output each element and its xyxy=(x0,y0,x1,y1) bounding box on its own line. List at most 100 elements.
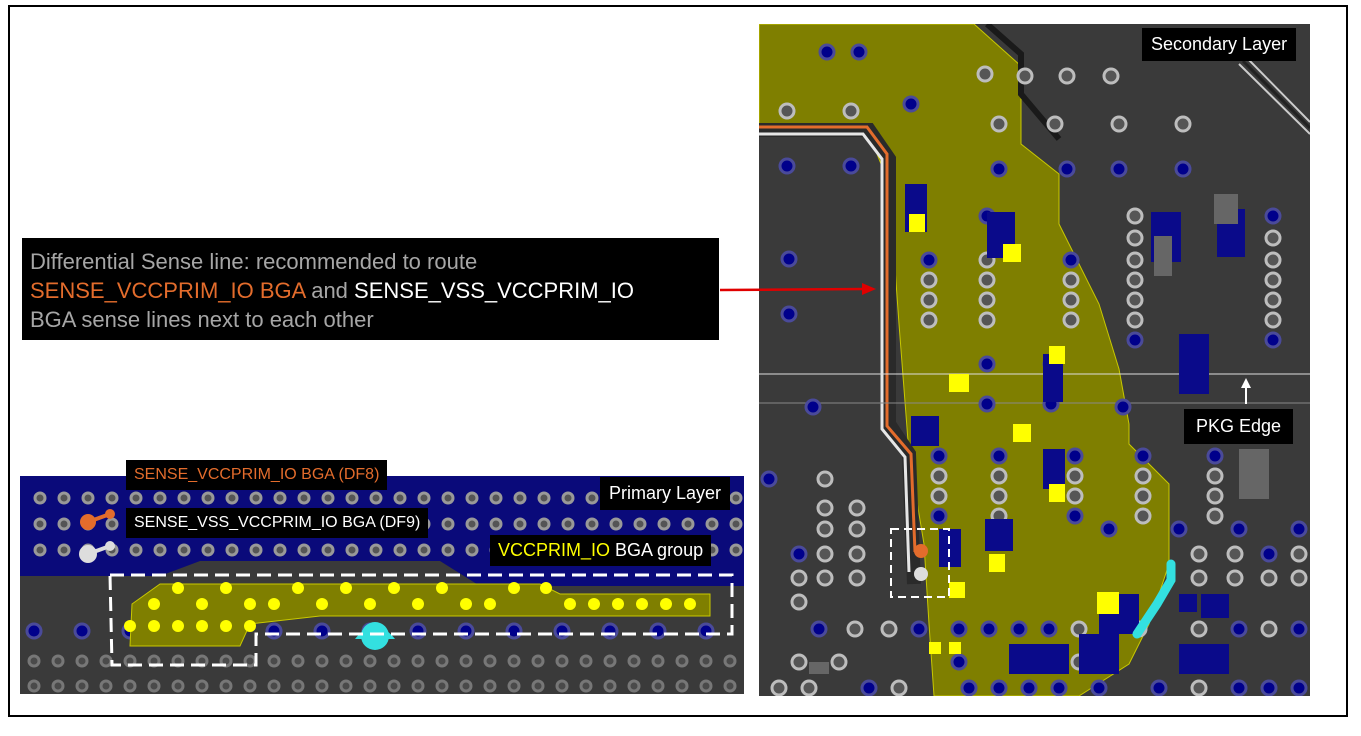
vccprim-bga xyxy=(244,620,256,632)
via xyxy=(273,543,287,557)
vccprim-pad xyxy=(949,582,965,598)
via xyxy=(1062,271,1080,289)
via xyxy=(1290,569,1308,587)
component-pad xyxy=(911,416,939,446)
vccprim-bga xyxy=(564,598,576,610)
via xyxy=(1264,311,1282,329)
vccprim-bga xyxy=(364,598,376,610)
vccprim-bga xyxy=(460,598,472,610)
via xyxy=(411,679,425,693)
vccprim-pad xyxy=(1049,484,1065,502)
via xyxy=(531,654,545,668)
via xyxy=(339,679,353,693)
via xyxy=(930,507,948,525)
via xyxy=(297,543,311,557)
via xyxy=(1264,207,1282,225)
via xyxy=(846,620,864,638)
via xyxy=(1066,447,1084,465)
via xyxy=(153,491,167,505)
via xyxy=(1260,679,1278,696)
via xyxy=(99,654,113,668)
via xyxy=(978,395,996,413)
via xyxy=(729,491,743,505)
via xyxy=(699,679,713,693)
via xyxy=(880,620,898,638)
via xyxy=(1174,115,1192,133)
via xyxy=(950,653,968,671)
via xyxy=(555,679,569,693)
via xyxy=(483,679,497,693)
via xyxy=(27,654,41,668)
via xyxy=(195,679,209,693)
component-pad xyxy=(1201,594,1229,618)
via xyxy=(1020,679,1038,696)
via xyxy=(780,305,798,323)
via xyxy=(920,251,938,269)
via xyxy=(33,543,47,557)
via xyxy=(345,491,359,505)
via xyxy=(1040,620,1058,638)
via xyxy=(489,517,503,531)
pkg-edge-label: PKG Edge xyxy=(1184,409,1294,444)
via xyxy=(1290,545,1308,563)
vccprim-bga xyxy=(196,620,208,632)
via xyxy=(978,271,996,289)
via xyxy=(778,102,796,120)
vccprim-bga xyxy=(148,620,160,632)
via xyxy=(585,491,599,505)
vccprim-bga xyxy=(340,582,352,594)
vccprim-bga xyxy=(268,598,280,610)
via xyxy=(579,654,593,668)
via xyxy=(651,654,665,668)
via xyxy=(1190,569,1208,587)
via xyxy=(459,654,473,668)
vccprim-pad xyxy=(989,554,1005,572)
via xyxy=(990,160,1008,178)
via xyxy=(313,622,331,640)
callout-sense-vss: SENSE_VSS_VCCPRIM_IO xyxy=(354,278,635,303)
via xyxy=(99,679,113,693)
via xyxy=(920,291,938,309)
via xyxy=(177,491,191,505)
component-pad xyxy=(1179,594,1197,612)
component-body xyxy=(809,662,829,674)
via xyxy=(848,569,866,587)
via xyxy=(291,654,305,668)
via xyxy=(1260,569,1278,587)
via xyxy=(1170,520,1188,538)
via xyxy=(225,491,239,505)
via xyxy=(860,679,878,696)
via xyxy=(723,654,737,668)
vccprim-bga xyxy=(388,582,400,594)
vccprim-bga xyxy=(172,582,184,594)
via xyxy=(249,543,263,557)
via xyxy=(339,654,353,668)
via xyxy=(920,311,938,329)
df9-bga-pad xyxy=(914,567,928,581)
via xyxy=(33,491,47,505)
via xyxy=(1290,620,1308,638)
via xyxy=(1230,679,1248,696)
via xyxy=(980,620,998,638)
via xyxy=(369,543,383,557)
via xyxy=(507,654,521,668)
via xyxy=(1066,507,1084,525)
via xyxy=(363,654,377,668)
via xyxy=(910,620,928,638)
via xyxy=(790,545,808,563)
via xyxy=(1046,115,1064,133)
vccprim-bga xyxy=(412,598,424,610)
via xyxy=(457,622,475,640)
group-label-net: VCCPRIM_IO xyxy=(498,540,611,560)
via xyxy=(393,491,407,505)
via xyxy=(657,517,671,531)
via xyxy=(363,679,377,693)
via xyxy=(1016,67,1034,85)
via xyxy=(848,499,866,517)
via xyxy=(1190,545,1208,563)
via xyxy=(804,398,822,416)
via xyxy=(1126,271,1144,289)
via xyxy=(225,543,239,557)
via xyxy=(627,654,641,668)
group-label-text: BGA group xyxy=(610,540,704,560)
